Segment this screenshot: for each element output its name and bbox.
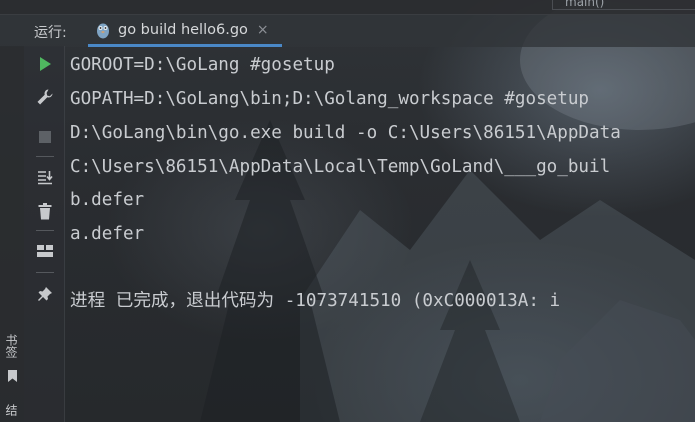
bookmark-icon[interactable] — [7, 368, 18, 387]
console-line: a.defer — [70, 224, 145, 244]
stop-icon[interactable] — [34, 126, 56, 148]
layout-icon[interactable] — [34, 240, 56, 262]
trash-icon[interactable] — [34, 200, 56, 222]
console-line: D:\GoLang\bin\go.exe build -o C:\Users\8… — [70, 123, 621, 143]
toolbar-divider — [36, 230, 54, 231]
console-line: GOROOT=D:\GoLang #gosetup — [70, 55, 335, 75]
tab-run-configuration[interactable]: go build hello6.go × — [88, 16, 282, 47]
console-line: GOPATH=D:\GoLang\bin;D:\Golang_workspace… — [70, 89, 590, 109]
console-output[interactable]: GOROOT=D:\GoLang #gosetup GOPATH=D:\GoLa… — [70, 50, 695, 311]
run-tab-title: go build hello6.go — [118, 22, 248, 38]
rerun-icon[interactable] — [34, 53, 56, 75]
left-sidebar: 书签 结构 — [0, 46, 24, 422]
process-exit-message: 进程 已完成，退出代码为 -1073741510 (0xC000013A: i — [70, 291, 561, 311]
gopher-icon — [96, 21, 110, 39]
run-window-label: 运行: — [34, 25, 67, 41]
toolbar-divider — [36, 272, 54, 273]
bookmarks-label[interactable]: 书签 — [4, 334, 20, 358]
run-tool-window-header: 运行: go build hello6.go × — [0, 14, 695, 47]
editor-tab-main[interactable]: main() — [552, 0, 695, 10]
editor-area-strip: main() — [0, 0, 695, 14]
structure-label[interactable]: 结构 — [0, 404, 20, 422]
toolbar-divider — [36, 156, 54, 157]
console-line: C:\Users\86151\AppData\Local\Temp\GoLand… — [70, 157, 611, 177]
close-icon[interactable]: × — [257, 22, 269, 38]
wrench-icon[interactable] — [34, 86, 56, 108]
pin-icon[interactable] — [34, 283, 56, 305]
scroll-to-end-icon[interactable] — [34, 166, 56, 188]
console-line: b.defer — [70, 190, 145, 210]
